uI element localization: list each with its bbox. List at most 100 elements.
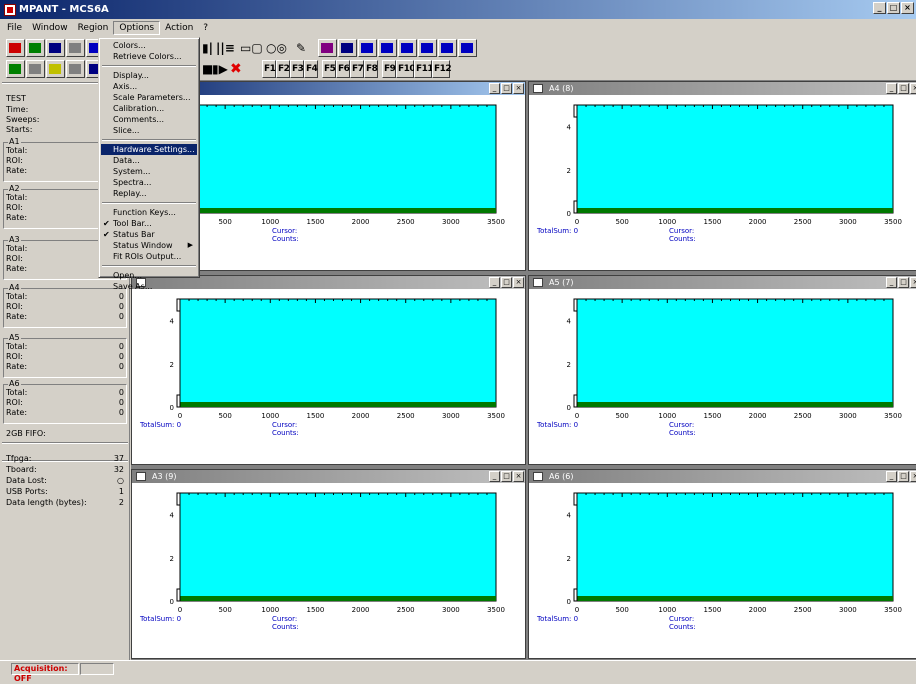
close-button[interactable]: ×: [901, 2, 914, 14]
options-menu-item[interactable]: Hardware Settings...: [101, 144, 197, 155]
spectrum-plot-area[interactable]: 4 2 0 0 500 1000 1500 2000 2500 3000 3500 TotalSum:…: [529, 95, 916, 270]
fkey-f9[interactable]: F9: [382, 60, 396, 78]
fkey-f11[interactable]: F11: [414, 60, 434, 78]
tb-icon-4[interactable]: [66, 39, 85, 57]
fkey-f5[interactable]: F5: [322, 60, 336, 78]
close-button[interactable]: ×: [513, 277, 524, 288]
minimize-button[interactable]: _: [886, 471, 897, 482]
erase-icon[interactable]: ✖: [230, 62, 242, 76]
spectrum-window-titlebar[interactable]: A5 (7) _ □ ×: [529, 276, 916, 289]
menu-help[interactable]: ?: [198, 22, 213, 34]
tb-icon-2[interactable]: [26, 39, 45, 57]
close-button[interactable]: ×: [910, 471, 916, 482]
menu-file[interactable]: File: [2, 22, 27, 34]
tb-glyph-pen[interactable]: ✎: [296, 41, 306, 55]
spectrum-window[interactable]: A4 (8) _ □ × 4 2 0 0 500 1000 1500 2000 2500 3000 3500…: [528, 81, 916, 271]
close-button[interactable]: ×: [513, 83, 524, 94]
spectrum-window-titlebar[interactable]: A6 (6) _ □ ×: [529, 470, 916, 483]
options-menu-item[interactable]: Function Keys...: [101, 207, 197, 218]
tb2-icon-3[interactable]: [46, 60, 65, 78]
spectrum-window[interactable]: A6 (6) _ □ × 4 2 0 0 500 1000 1500 2000 2500 3000 3500…: [528, 469, 916, 659]
close-button[interactable]: ×: [910, 83, 916, 94]
options-menu-item[interactable]: Display...: [101, 70, 197, 81]
restore-button[interactable]: □: [501, 277, 512, 288]
options-menu-item[interactable]: Axis...: [101, 81, 197, 92]
tb-icon-grid[interactable]: [418, 39, 437, 57]
y-scroll-marker[interactable]: [573, 394, 578, 408]
close-button[interactable]: ×: [910, 277, 916, 288]
y-scroll-marker[interactable]: [176, 588, 181, 602]
tb-icon-3[interactable]: [46, 39, 65, 57]
tb2-icon-2[interactable]: [26, 60, 45, 78]
y-scroll-marker[interactable]: [573, 588, 578, 602]
fkey-f6[interactable]: F6: [336, 60, 350, 78]
spectrum-plot-area[interactable]: 4 2 0 0 500 1000 1500 2000 2500 3000 3500 TotalSum:…: [529, 483, 916, 658]
options-menu-item[interactable]: Data...: [101, 155, 197, 166]
options-menu-item[interactable]: Calibration...: [101, 103, 197, 114]
tb-icon-1[interactable]: [6, 39, 25, 57]
fkey-f10[interactable]: F10: [396, 60, 416, 78]
spectrum-window[interactable]: _ □ × 4 2 0 0 500 1000 1500 2000 2500 3000 3500 TotalS…: [131, 275, 526, 465]
tb-glyph-lines[interactable]: ||≡: [216, 41, 235, 55]
options-menu-item[interactable]: Save As...: [101, 281, 197, 292]
continue-icon[interactable]: ▮▶: [212, 62, 228, 76]
fkey-f12[interactable]: F12: [432, 60, 452, 78]
fkey-f8[interactable]: F8: [364, 60, 378, 78]
options-menu-item[interactable]: ✔ Tool Bar...: [101, 218, 197, 229]
menu-window[interactable]: Window: [27, 22, 73, 34]
fkey-f4[interactable]: F4: [304, 60, 318, 78]
tb2-icon-4[interactable]: [66, 60, 85, 78]
spectrum-plot-area[interactable]: 4 2 0 0 500 1000 1500 2000 2500 3000 3500 TotalSum:…: [132, 289, 525, 464]
fkey-f2[interactable]: F2: [276, 60, 290, 78]
fkey-f1[interactable]: F1: [262, 60, 276, 78]
spectrum-window[interactable]: A5 (7) _ □ × 4 2 0 0 500 1000 1500 2000 2500 3000 3500…: [528, 275, 916, 465]
menu-action[interactable]: Action: [160, 22, 198, 34]
restore-button[interactable]: □: [898, 83, 909, 94]
minimize-button[interactable]: _: [873, 2, 886, 14]
spectrum-window[interactable]: A3 (9) _ □ × 4 2 0 0 500 1000 1500 2000 2500 3000 3500…: [131, 469, 526, 659]
options-menu-item[interactable]: Fit ROIs Output...: [101, 251, 197, 262]
restore-button[interactable]: □: [898, 471, 909, 482]
spectrum-plot-area[interactable]: 4 2 0 0 500 1000 1500 2000 2500 3000 3500 TotalSum:…: [132, 483, 525, 658]
y-scroll-marker[interactable]: [573, 200, 578, 214]
tb2-icon-1[interactable]: [6, 60, 25, 78]
tb-glyph-circles[interactable]: ○◎: [266, 41, 287, 55]
tb-icon-zoom[interactable]: [358, 39, 377, 57]
options-menu-item[interactable]: System...: [101, 166, 197, 177]
restore-button[interactable]: □: [898, 277, 909, 288]
minimize-button[interactable]: _: [489, 83, 500, 94]
options-menu-item[interactable]: Slice...: [101, 125, 197, 136]
tb-icon-undo[interactable]: [378, 39, 397, 57]
y-scroll-marker[interactable]: [176, 394, 181, 408]
tb-icon-spectrum[interactable]: [318, 39, 337, 57]
options-menu-item[interactable]: Spectra...: [101, 177, 197, 188]
options-menu-item[interactable]: ✔ Status Bar: [101, 229, 197, 240]
spectrum-window-titlebar[interactable]: A3 (9) _ □ ×: [132, 470, 525, 483]
tb-icon-map[interactable]: [458, 39, 477, 57]
menu-options[interactable]: Options: [113, 21, 161, 35]
options-menu-item[interactable]: Colors...: [101, 40, 197, 51]
tb-icon-axis[interactable]: [338, 39, 357, 57]
minimize-button[interactable]: _: [886, 83, 897, 94]
options-menu-item[interactable]: Retrieve Colors...: [101, 51, 197, 62]
spectrum-window-titlebar[interactable]: A4 (8) _ □ ×: [529, 82, 916, 95]
options-menu-item[interactable]: Replay...: [101, 188, 197, 199]
options-menu-item[interactable]: Status Window ▶: [101, 240, 197, 251]
tb-icon-table[interactable]: [438, 39, 457, 57]
minimize-button[interactable]: _: [489, 277, 500, 288]
tb-icon-redo[interactable]: [398, 39, 417, 57]
tb-glyph-rect[interactable]: ▭▢: [240, 41, 263, 55]
minimize-button[interactable]: _: [489, 471, 500, 482]
restore-button[interactable]: □: [501, 471, 512, 482]
options-menu-item[interactable]: Open...: [101, 270, 197, 281]
options-menu-item[interactable]: Comments...: [101, 114, 197, 125]
menu-region[interactable]: Region: [73, 22, 114, 34]
close-button[interactable]: ×: [513, 471, 524, 482]
options-menu-item[interactable]: Scale Parameters...: [101, 92, 197, 103]
fkey-f3[interactable]: F3: [290, 60, 304, 78]
fkey-f7[interactable]: F7: [350, 60, 364, 78]
spectrum-plot-area[interactable]: 4 2 0 0 500 1000 1500 2000 2500 3000 3500 TotalSum:…: [529, 289, 916, 464]
tb-glyph-bars[interactable]: ▮|: [202, 41, 213, 55]
minimize-button[interactable]: _: [886, 277, 897, 288]
restore-button[interactable]: □: [501, 83, 512, 94]
